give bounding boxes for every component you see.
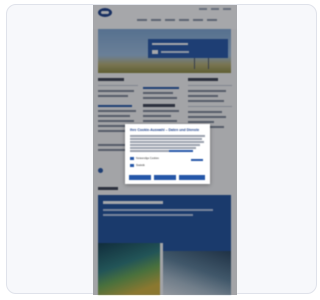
dialog-title: Ihre Cookie-Auswahl – Daten und Dienste: [130, 128, 200, 132]
accept-all-button[interactable]: [179, 175, 205, 180]
details-link[interactable]: [191, 159, 203, 161]
checkbox-checked-icon[interactable]: [130, 157, 134, 160]
settings-button[interactable]: [154, 175, 176, 180]
checkbox-checked-icon[interactable]: [130, 164, 134, 167]
cookie-consent-dialog: Ihre Cookie-Auswahl – Daten und Dienste …: [125, 124, 210, 184]
reject-button[interactable]: [129, 175, 151, 180]
consent-option[interactable]: Notwendige Cookies: [130, 157, 159, 160]
privacy-policy-link[interactable]: [169, 150, 193, 152]
consent-option[interactable]: Statistik: [130, 164, 145, 167]
